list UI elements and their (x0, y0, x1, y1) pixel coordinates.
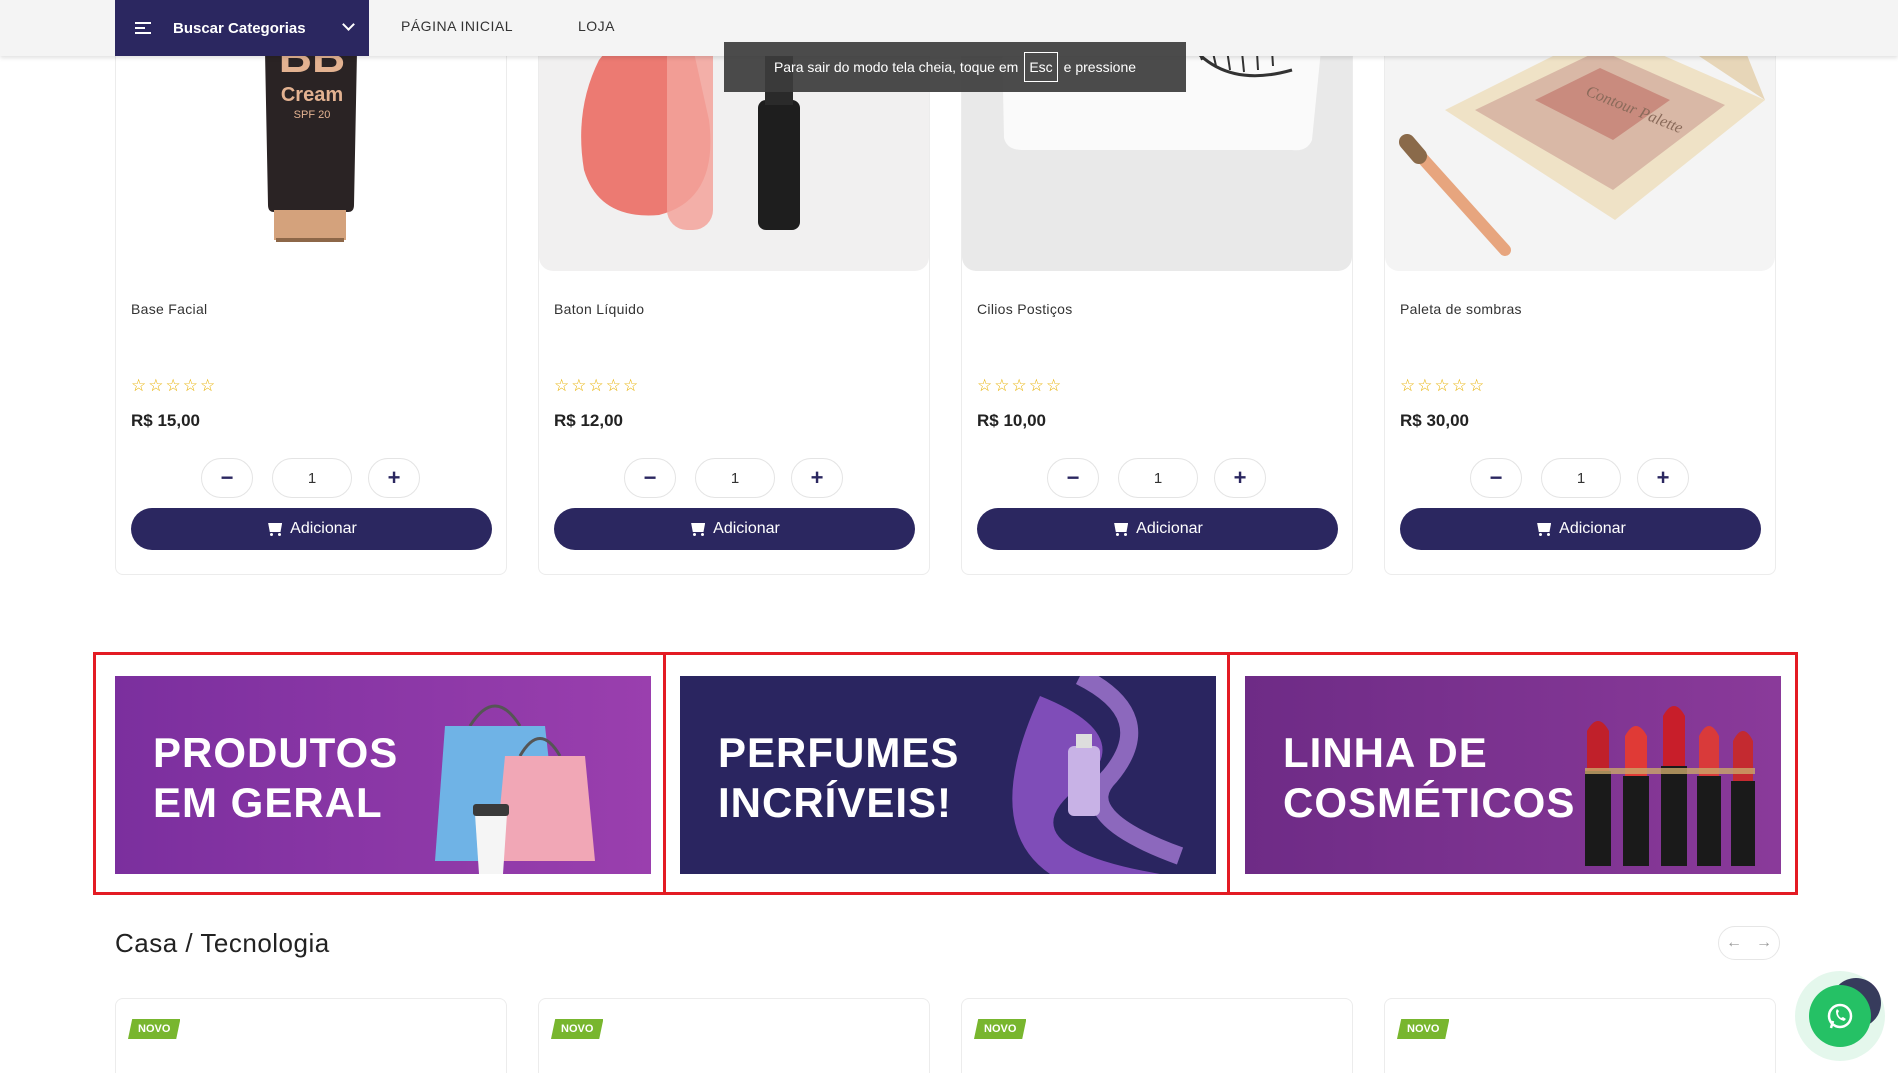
product-card: NOVO (1384, 998, 1776, 1073)
banner-title-line2: EM GERAL (153, 779, 383, 826)
banner-title: LINHA DE COSMÉTICOS (1283, 728, 1575, 828)
add-to-cart-label: Adicionar (1559, 520, 1626, 537)
banner-title-line1: LINHA DE (1283, 729, 1488, 776)
add-to-cart-label: Adicionar (290, 520, 357, 537)
whatsapp-button[interactable] (1809, 985, 1871, 1047)
product-card: NOVO (115, 998, 507, 1073)
product-name[interactable]: Cilios Postiços (977, 301, 1073, 317)
nav-link-shop[interactable]: LOJA (578, 18, 615, 34)
cart-icon (1112, 522, 1130, 536)
quantity-input[interactable]: 1 (1118, 458, 1198, 498)
product-price: R$ 15,00 (131, 411, 200, 430)
banner-title: PRODUTOS EM GERAL (153, 728, 398, 828)
rating-stars: ☆☆☆☆☆ (131, 376, 218, 395)
cart-icon (1535, 522, 1553, 536)
carousel-arrows: ← → (1718, 926, 1780, 960)
banner-cosmeticos[interactable]: LINHA DE COSMÉTICOS (1245, 676, 1781, 874)
fullscreen-exit-toast: Para sair do modo tela cheia, toque em E… (724, 42, 1186, 92)
quantity-input[interactable]: 1 (695, 458, 775, 498)
product-card: NOVO (538, 998, 930, 1073)
nav-link-home[interactable]: PÁGINA INICIAL (401, 18, 513, 34)
quantity-stepper: − 1 + (1385, 458, 1775, 498)
product-price: R$ 12,00 (554, 411, 623, 430)
add-to-cart-button[interactable]: Adicionar (131, 508, 492, 550)
product-name[interactable]: Paleta de sombras (1400, 301, 1522, 317)
banner-title-line2: COSMÉTICOS (1283, 779, 1576, 826)
product-card: BB Cream SPF 20 Base Facial ☆☆☆☆☆ R$ 15,… (115, 0, 507, 575)
arrow-right-icon[interactable]: → (1756, 934, 1772, 952)
product-card: NOVO (961, 998, 1353, 1073)
decrease-qty-button[interactable]: − (624, 458, 676, 498)
banner-title-line2: INCRÍVEIS! (718, 779, 953, 826)
product-card: Contour Palette Paleta de sombras ☆☆☆☆☆ … (1384, 0, 1776, 575)
rating-stars: ☆☆☆☆☆ (554, 376, 641, 395)
quantity-stepper: − 1 + (962, 458, 1352, 498)
increase-qty-button[interactable]: + (1637, 458, 1689, 498)
banner-title-line1: PERFUMES (718, 729, 960, 776)
banner-title: PERFUMES INCRÍVEIS! (718, 728, 959, 828)
arrow-left-icon[interactable]: ← (1726, 934, 1742, 952)
banner-produtos-em-geral[interactable]: PRODUTOS EM GERAL (115, 676, 651, 874)
toast-text-after: e pressione (1063, 59, 1137, 75)
cart-icon (266, 522, 284, 536)
add-to-cart-button[interactable]: Adicionar (1400, 508, 1761, 550)
add-to-cart-label: Adicionar (713, 520, 780, 537)
decrease-qty-button[interactable]: − (201, 458, 253, 498)
bb-cream-sublabel: Cream (281, 84, 343, 106)
perfume-bottle-icon (1012, 676, 1184, 874)
quantity-input[interactable]: 1 (1541, 458, 1621, 498)
section-title: Casa / Tecnologia (115, 928, 330, 958)
increase-qty-button[interactable]: + (791, 458, 843, 498)
bb-cream-spf: SPF 20 (294, 109, 331, 121)
rating-stars: ☆☆☆☆☆ (1400, 376, 1487, 395)
whatsapp-icon (1827, 1003, 1853, 1029)
add-to-cart-label: Adicionar (1136, 520, 1203, 537)
new-badge: NOVO (551, 1019, 604, 1039)
new-badge: NOVO (128, 1019, 181, 1039)
add-to-cart-button[interactable]: Adicionar (977, 508, 1338, 550)
rating-stars: ☆☆☆☆☆ (977, 376, 1064, 395)
add-to-cart-button[interactable]: Adicionar (554, 508, 915, 550)
chevron-down-icon (342, 18, 355, 31)
increase-qty-button[interactable]: + (368, 458, 420, 498)
increase-qty-button[interactable]: + (1214, 458, 1266, 498)
quantity-stepper: − 1 + (539, 458, 929, 498)
cart-icon (689, 522, 707, 536)
product-price: R$ 30,00 (1400, 411, 1469, 430)
banner-title-line1: PRODUTOS (153, 729, 399, 776)
product-price: R$ 10,00 (977, 411, 1046, 430)
new-badge: NOVO (974, 1019, 1027, 1039)
decrease-qty-button[interactable]: − (1047, 458, 1099, 498)
banner-perfumes[interactable]: PERFUMES INCRÍVEIS! (680, 676, 1216, 874)
toast-text-before: Para sair do modo tela cheia, toque em (773, 59, 1019, 75)
shopping-bags-icon (435, 704, 595, 874)
product-name[interactable]: Base Facial (131, 301, 207, 317)
new-badge: NOVO (1397, 1019, 1450, 1039)
product-name[interactable]: Baton Líquido (554, 301, 644, 317)
decrease-qty-button[interactable]: − (1470, 458, 1522, 498)
quantity-stepper: − 1 + (116, 458, 506, 498)
quantity-input[interactable]: 1 (272, 458, 352, 498)
menu-icon (135, 19, 151, 37)
categories-dropdown-button[interactable]: Buscar Categorias (115, 0, 369, 56)
lipsticks-icon (1585, 706, 1755, 866)
categories-label: Buscar Categorias (173, 19, 306, 37)
esc-key: Esc (1024, 52, 1058, 82)
